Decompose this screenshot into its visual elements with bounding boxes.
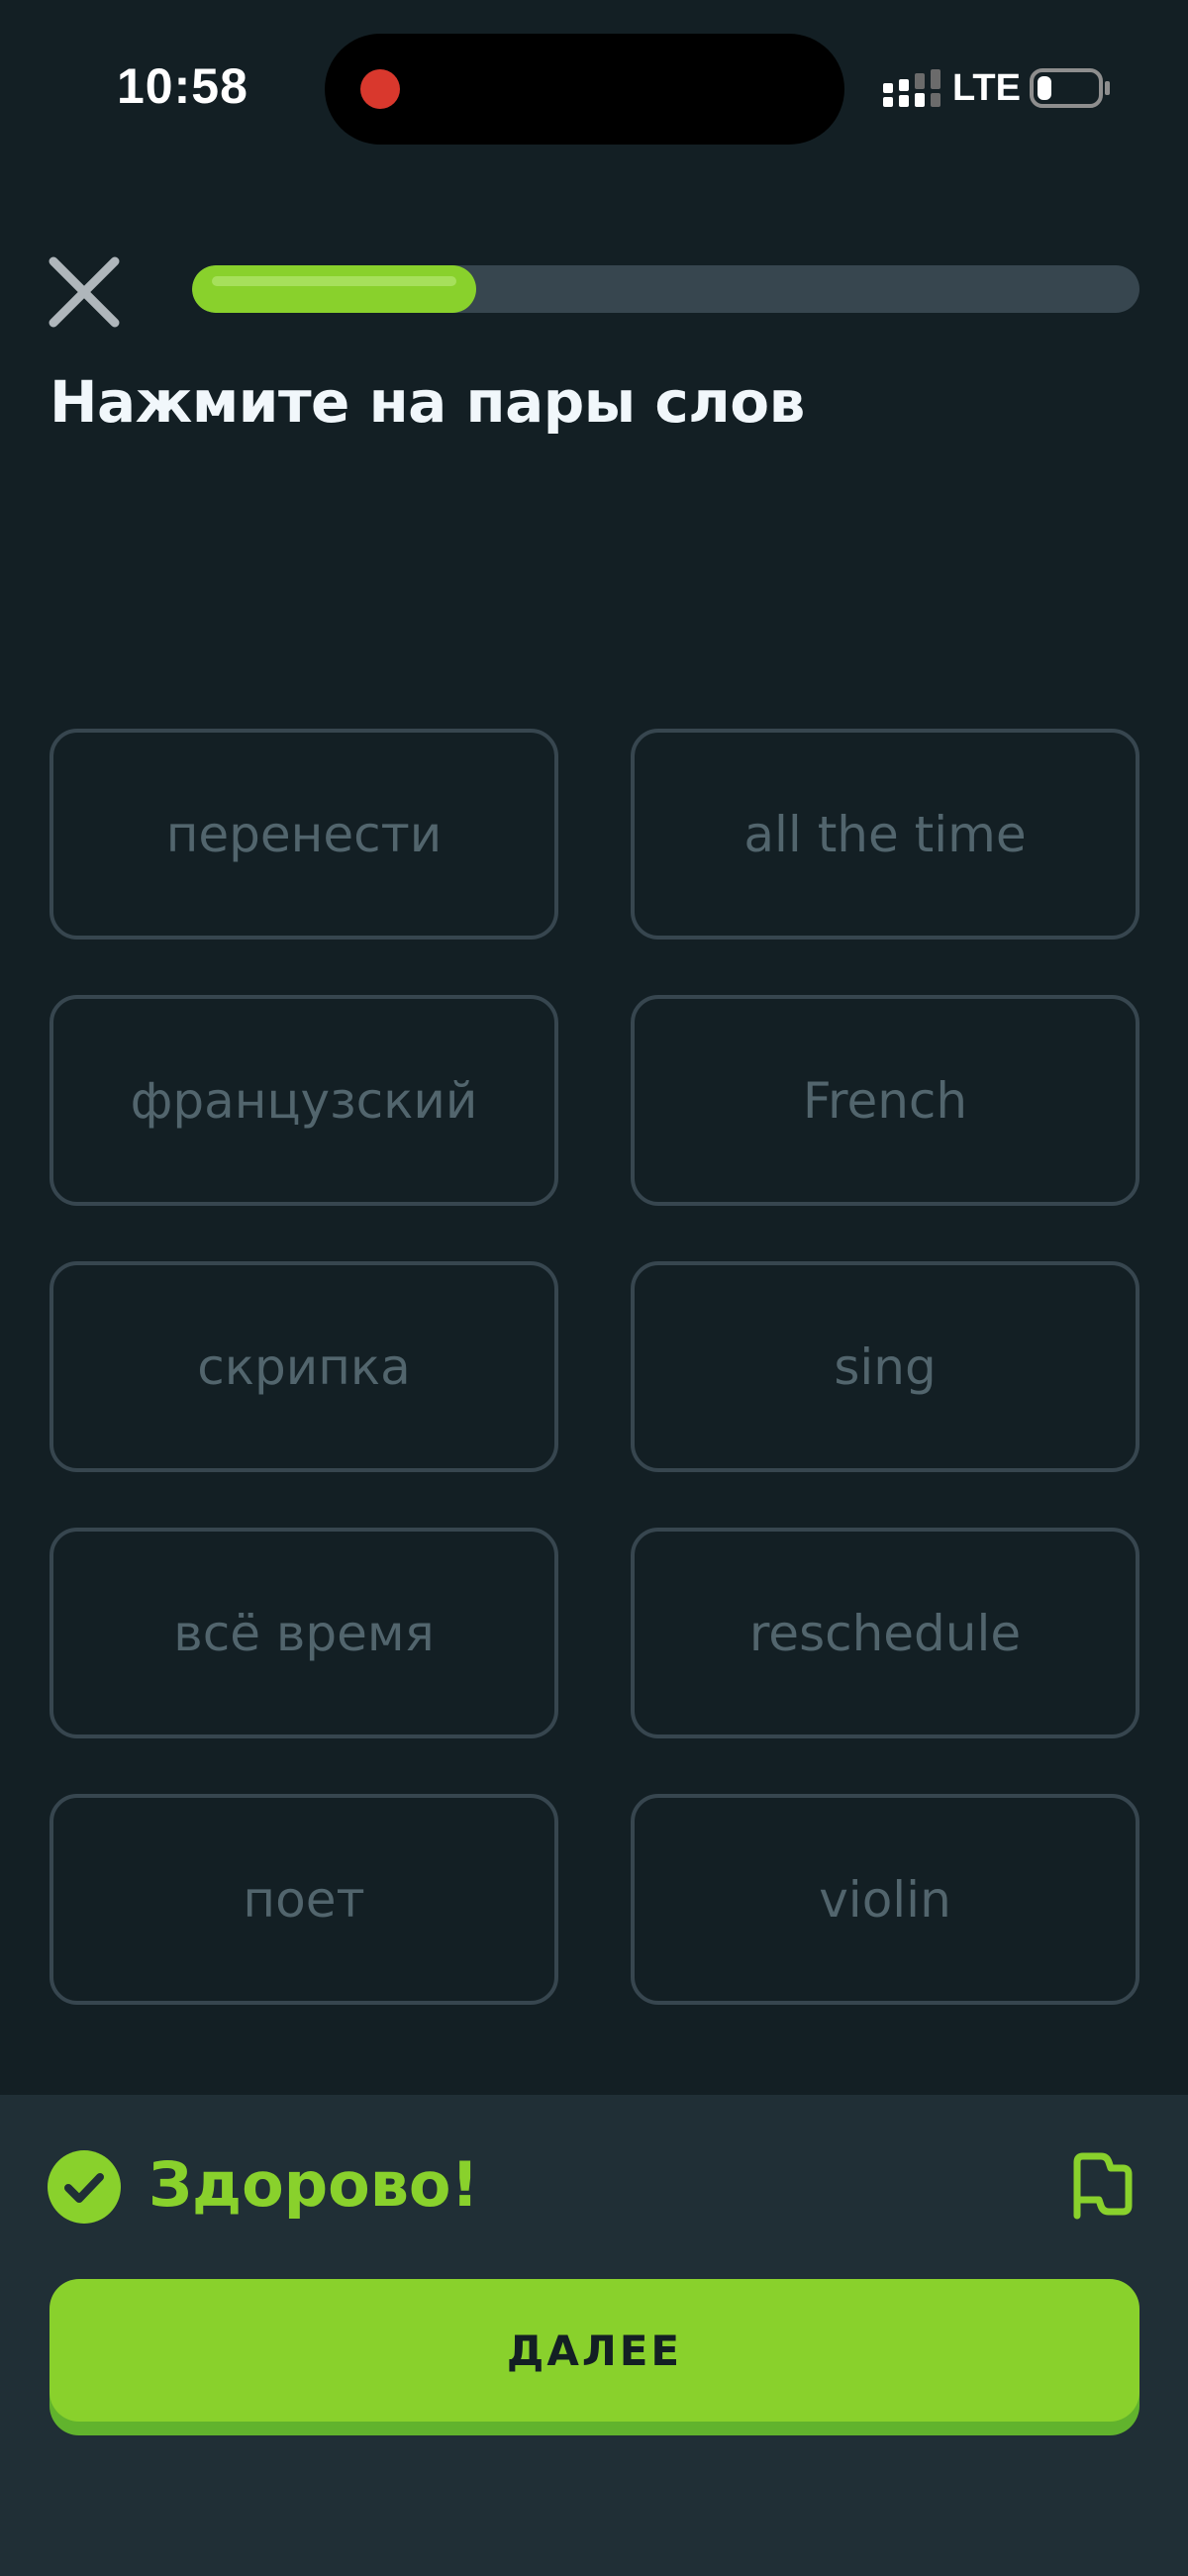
word-tile-label: sing <box>834 1338 937 1396</box>
word-tile[interactable]: reschedule <box>631 1528 1139 1738</box>
recording-indicator-icon <box>360 69 400 109</box>
word-tile-label: violin <box>819 1870 951 1929</box>
word-pairs-grid: перенести all the time французский French ск… <box>50 729 1139 2005</box>
status-time: 10:58 <box>117 58 248 114</box>
word-tile-label: скрипка <box>197 1338 411 1396</box>
word-tile[interactable]: поет <box>50 1794 558 2005</box>
word-tile[interactable]: скрипка <box>50 1261 558 1472</box>
word-tile[interactable]: всё время <box>50 1528 558 1738</box>
status-bar: 10:58 LTE <box>0 0 1188 178</box>
word-tile-label: французский <box>130 1071 478 1130</box>
word-tile-label: French <box>802 1071 968 1130</box>
word-tile[interactable]: French <box>631 995 1139 1206</box>
word-tile-label: reschedule <box>748 1604 1022 1662</box>
flag-icon <box>1073 2152 1133 2220</box>
page-title: Нажмите на пары слов <box>50 368 805 436</box>
word-tile[interactable]: violin <box>631 1794 1139 2005</box>
word-tile[interactable]: all the time <box>631 729 1139 940</box>
progress-shine <box>212 276 456 286</box>
cellular-signal-icon <box>883 69 940 107</box>
word-tile[interactable]: sing <box>631 1261 1139 1472</box>
word-tile-label: всё время <box>173 1604 435 1662</box>
network-type-label: LTE <box>952 67 1021 109</box>
word-tile-label: поет <box>243 1870 365 1929</box>
word-tile-label: перенести <box>165 805 443 863</box>
lesson-progress-fill <box>192 265 476 313</box>
word-tile-label: all the time <box>743 805 1027 863</box>
word-tile[interactable]: перенести <box>50 729 558 940</box>
check-circle-icon <box>48 2150 121 2224</box>
continue-button-label: ДАЛЕЕ <box>506 2326 683 2375</box>
feedback-message: Здорово! <box>148 2148 479 2221</box>
report-button[interactable] <box>1069 2148 1135 2220</box>
lesson-progress-bar <box>192 265 1139 313</box>
continue-button[interactable]: ДАЛЕЕ <box>50 2279 1139 2422</box>
battery-icon <box>1030 68 1110 108</box>
word-tile[interactable]: французский <box>50 995 558 1206</box>
dynamic-island <box>325 34 844 145</box>
close-x-icon <box>49 256 120 328</box>
close-button[interactable] <box>46 253 123 331</box>
